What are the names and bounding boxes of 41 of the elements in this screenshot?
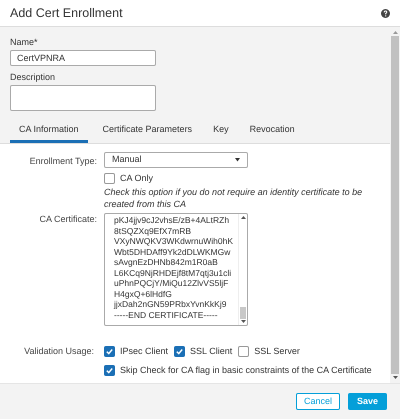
certificate-line: L6KCq9NjRHDEjf8tM7qtj3u1cli xyxy=(114,268,232,278)
checkbox[interactable] xyxy=(104,364,115,376)
checkbox-label: Skip Check for CA flag in basic constraints of the CA Certificate xyxy=(120,364,372,377)
field-label: CA Certificate: xyxy=(39,213,97,226)
scroll-down-icon[interactable] xyxy=(392,376,398,379)
field-label: Validation Usage: xyxy=(24,345,94,358)
certificate-line: pKJ4jjv9cJ2vhsE/zB+4ALtRZh xyxy=(114,215,230,226)
hint-text: Check this option if you do not require an identity certificate to be created from this CA xyxy=(104,186,364,210)
checkbox[interactable] xyxy=(238,346,250,358)
certificate-line: VXyNWQKV3WKdwrnuWih0hK xyxy=(114,236,234,246)
window-title: Add Cert Enrollment xyxy=(10,4,123,22)
checkbox-label: SSL Client xyxy=(190,345,232,358)
caret-icon xyxy=(235,158,240,162)
checkbox-label: SSL Server xyxy=(254,345,300,358)
scroll-thumb[interactable] xyxy=(240,307,246,319)
tab[interactable]: Key xyxy=(207,123,235,142)
scroll-thumb[interactable] xyxy=(391,36,399,374)
checkbox[interactable] xyxy=(104,346,115,358)
input-field[interactable]: CertVPNRA xyxy=(10,50,156,66)
input-field[interactable] xyxy=(10,85,156,111)
certificate-line: jjxDah2nGN59PRbxYvnKkKj9 xyxy=(114,299,228,310)
scrollbar[interactable] xyxy=(238,214,247,325)
checkbox-label: CA Only xyxy=(120,172,154,185)
checkbox[interactable] xyxy=(104,172,115,184)
certificate-line: H4gxQ+6lHdfG xyxy=(114,288,173,299)
certificate-textarea[interactable] xyxy=(104,213,248,326)
tab[interactable]: Certificate Parameters xyxy=(96,123,198,142)
scroll-up-icon[interactable] xyxy=(240,216,246,219)
checkbox[interactable] xyxy=(174,346,186,358)
field-label: Name* xyxy=(10,36,39,49)
certificate-line: -----END CERTIFICATE----- xyxy=(114,310,219,320)
certificate-line: sAvgnEzDHNb842m1R0aB xyxy=(114,257,219,268)
dropdown[interactable]: Manual xyxy=(104,152,248,168)
certificate-line: 8tSQZXq9EfX7mRB xyxy=(114,226,192,236)
checkbox-label: IPsec Client xyxy=(120,345,168,358)
field-label: Description xyxy=(10,71,56,84)
field-label: Enrollment Type: xyxy=(30,154,97,168)
help-icon[interactable] xyxy=(381,8,390,18)
certificate-line: uPhnPQCjY/MiQu12ZlvVS5ljF xyxy=(114,278,230,288)
certificate-line: Wbt5DHDAff9Yk2dDLWKMGw xyxy=(114,246,232,257)
tab[interactable]: Revocation xyxy=(244,123,301,142)
